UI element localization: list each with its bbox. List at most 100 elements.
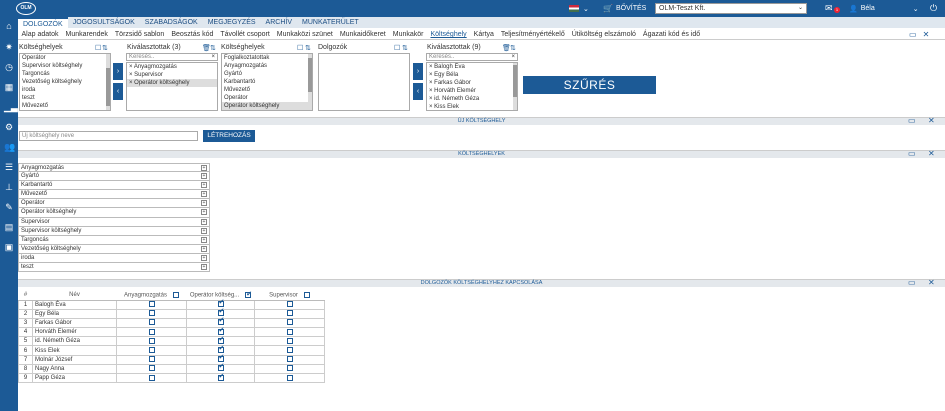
expand-icon[interactable]: +	[201, 218, 207, 225]
list-item[interactable]: × Anyagmozgatás	[127, 63, 217, 71]
filter-button[interactable]: SZŰRÉS	[523, 76, 656, 94]
assign-checkbox[interactable]	[217, 373, 224, 381]
move-left-button[interactable]: ‹	[413, 83, 423, 100]
cost-centers-list[interactable]: Operátor Supervisor költséghely Targoncás V…	[19, 53, 111, 111]
sub-tab[interactable]: Teljesítményértékelő	[497, 28, 568, 39]
list-item[interactable]: × Farkas Gábor	[427, 79, 517, 87]
assign-checkbox[interactable]	[148, 356, 155, 363]
select-column-checkbox[interactable]	[245, 290, 252, 298]
assign-checkbox[interactable]	[286, 346, 293, 353]
clock-icon[interactable]: ◷	[4, 62, 14, 72]
sub-tab[interactable]: Munkaidőkeret	[336, 28, 389, 39]
expand-icon[interactable]: +	[201, 209, 207, 216]
close-icon[interactable]: ✕	[923, 30, 930, 39]
main-tab[interactable]: ARCHÍV	[261, 17, 297, 28]
minimize-icon[interactable]: ▭	[909, 30, 917, 39]
list-item[interactable]: × Horváth Elemér	[427, 87, 517, 95]
list-item[interactable]: Targoncás	[20, 70, 110, 78]
mail-icon[interactable]: ✉	[825, 0, 833, 17]
sort-icon[interactable]: ⇅	[210, 44, 216, 52]
assign-checkbox[interactable]	[217, 299, 224, 308]
inbox-icon[interactable]: ▤	[4, 222, 14, 232]
expand-icon[interactable]: +	[201, 264, 207, 271]
assign-checkbox[interactable]	[217, 308, 224, 317]
assign-checkbox[interactable]	[217, 345, 224, 353]
assign-checkbox[interactable]	[148, 301, 155, 308]
close-icon[interactable]: ✕	[928, 279, 935, 287]
list-item[interactable]: Karbantartó	[20, 110, 110, 111]
assign-checkbox[interactable]	[217, 327, 224, 335]
assign-checkbox[interactable]	[148, 319, 155, 326]
sub-tab[interactable]: Törzsidő sablon	[111, 28, 167, 39]
expand-icon[interactable]: +	[201, 245, 207, 252]
chart-icon[interactable]: ▁▃	[4, 102, 18, 112]
assign-checkbox[interactable]	[217, 317, 224, 326]
expand-icon[interactable]: +	[201, 165, 207, 171]
move-right-button[interactable]: ›	[413, 63, 423, 80]
scrollbar[interactable]	[106, 54, 110, 110]
language-selector[interactable]: ⌄	[569, 0, 589, 17]
sub-tab[interactable]: Alap adatok	[18, 28, 62, 39]
create-button[interactable]: LÉTREHOZÁS	[203, 130, 255, 142]
new-cost-center-name-input[interactable]: Új költséghely neve	[19, 131, 198, 141]
sub-tab[interactable]: Kártya	[470, 28, 497, 39]
users-icon[interactable]: 👥	[4, 142, 15, 152]
assign-checkbox[interactable]	[286, 374, 293, 381]
list-item[interactable]: iroda	[20, 86, 110, 94]
list-item[interactable]: Gyártó	[222, 70, 312, 78]
expand-icon[interactable]: +	[201, 254, 207, 261]
list-item[interactable]: Művezető	[222, 86, 312, 94]
assign-checkbox[interactable]	[148, 346, 155, 353]
sort-icon[interactable]: ⇅	[510, 44, 516, 52]
sub-tab[interactable]: Munkaközi szünet	[273, 28, 336, 39]
list-item[interactable]: × Balogh Éva	[427, 63, 517, 71]
sub-tab[interactable]: Munkarendek	[62, 28, 111, 39]
main-tab[interactable]: MUNKATERÜLET	[297, 17, 364, 28]
assign-checkbox[interactable]	[217, 363, 224, 372]
select-all-icon[interactable]: ☐	[297, 44, 303, 52]
expand-icon[interactable]: +	[201, 236, 207, 243]
stamp-icon[interactable]: ⊥	[4, 182, 14, 192]
list-item[interactable]: × Kiss Elek	[427, 103, 517, 110]
sub-tab[interactable]: Beosztás kód	[168, 28, 217, 39]
close-icon[interactable]: ✕	[928, 117, 935, 125]
clear-icon[interactable]: ×	[211, 54, 215, 60]
sub-tab[interactable]: Útiköltség elszámoló	[568, 28, 639, 39]
assign-checkbox[interactable]	[148, 310, 155, 317]
list-item[interactable]: Vezetőség költséghely	[20, 78, 110, 86]
assign-checkbox[interactable]	[286, 310, 293, 317]
cost-centers2-list[interactable]: Foglalkoztatottak Anyagmozgatás Gyártó Karb…	[221, 53, 313, 111]
assign-checkbox[interactable]	[286, 301, 293, 308]
minimize-icon[interactable]: ▭	[908, 279, 916, 287]
selected-search-input[interactable]: Keresés.. ×	[126, 53, 218, 61]
assign-checkbox[interactable]	[286, 337, 293, 344]
scrollbar[interactable]	[308, 54, 312, 110]
add-button[interactable]: 🛒 BŐVÍTÉS	[603, 0, 646, 17]
assign-checkbox[interactable]	[286, 365, 293, 372]
sub-tab[interactable]: Munkakör	[389, 28, 427, 39]
list-item[interactable]: teszt	[20, 94, 110, 102]
calendar-icon[interactable]: ▦	[4, 82, 14, 92]
assign-checkbox[interactable]	[217, 354, 224, 363]
expand-icon[interactable]: +	[201, 227, 207, 234]
list-icon[interactable]: ☰	[4, 162, 14, 172]
main-tab[interactable]: SZABADSÁGOK	[140, 17, 203, 28]
list-item[interactable]: Operátor költséghely	[222, 102, 312, 110]
close-icon[interactable]: ✕	[928, 150, 935, 158]
list-item[interactable]: × Operátor költséghely	[127, 79, 217, 87]
selected-list[interactable]: × Anyagmozgatás × Supervisor × Operátor kö…	[126, 62, 218, 111]
archive-icon[interactable]: ▣	[4, 242, 14, 252]
edit-icon[interactable]: ✎	[4, 202, 14, 212]
select-all-icon[interactable]: ☐	[95, 44, 101, 52]
list-item[interactable]: × Egy Béla	[427, 71, 517, 79]
expand-icon[interactable]: +	[201, 173, 207, 180]
minimize-icon[interactable]: ▭	[908, 150, 916, 158]
sort-icon[interactable]: ⇅	[102, 44, 108, 52]
main-tab[interactable]: JOGOSULTSÁGOK	[68, 17, 140, 28]
settings-icon[interactable]: ✷	[4, 42, 14, 52]
list-item[interactable]: Operátor	[222, 94, 312, 102]
expand-icon[interactable]: +	[201, 191, 207, 198]
sub-tab[interactable]: Távollét csoport	[217, 28, 273, 39]
selected2-search-input[interactable]: Keresés.. ×	[426, 53, 518, 61]
select-column-checkbox[interactable]	[173, 291, 180, 298]
